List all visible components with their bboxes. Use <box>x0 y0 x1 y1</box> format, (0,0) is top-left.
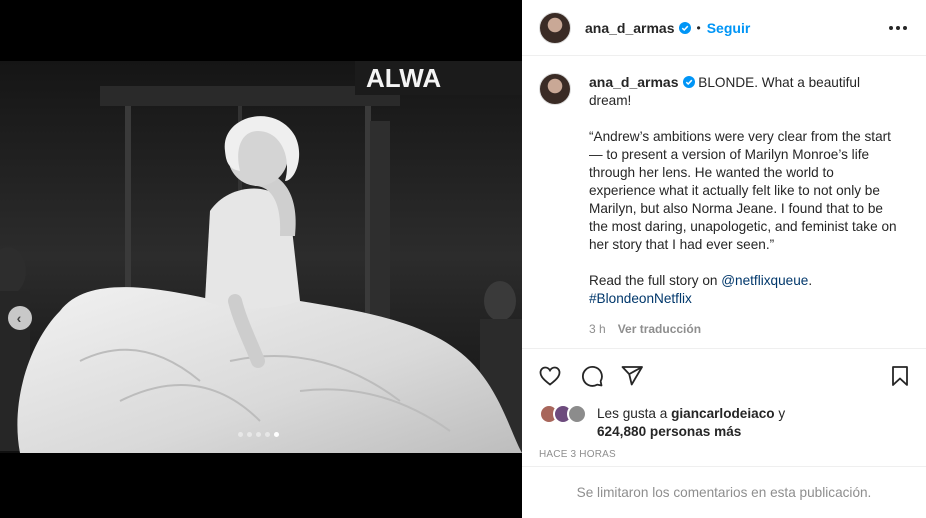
mention-link[interactable]: @netflixqueue <box>721 273 808 288</box>
post-timestamp[interactable]: HACE 3 HORAS <box>539 449 616 460</box>
caption-time[interactable]: 3 h <box>589 322 606 336</box>
verified-badge-icon <box>678 21 691 34</box>
caption-text: ana_d_armas BLONDE. What a beautiful dre… <box>589 73 899 308</box>
likes-joiner: y <box>774 406 786 421</box>
caption-suffix: . <box>808 273 813 288</box>
likes-prefix: Les gusta a <box>597 406 672 421</box>
carousel-dot <box>256 432 261 437</box>
post-photo[interactable]: ALWA ‹ <box>0 61 522 453</box>
action-bar <box>522 350 926 402</box>
likes-user-link[interactable]: giancarlodeiaco <box>671 406 775 421</box>
likes-count-link[interactable]: 624,880 personas más <box>597 424 741 439</box>
avatar[interactable] <box>539 11 571 44</box>
liker-avatars[interactable] <box>539 404 595 426</box>
likes-text-line1: Les gusta a giancarlodeiaco y <box>597 406 785 421</box>
post-header: ana_d_armas • Seguir <box>522 0 926 56</box>
carousel-dot <box>265 432 270 437</box>
carousel-prev-button[interactable]: ‹ <box>8 306 32 330</box>
comment-icon[interactable] <box>580 364 604 388</box>
chevron-left-icon: ‹ <box>16 310 22 326</box>
carousel-dot <box>247 432 252 437</box>
caption-meta: 3 h Ver traducción <box>589 322 701 336</box>
background-sign-text: ALWA <box>366 63 441 93</box>
verified-badge-icon <box>682 76 695 88</box>
caption-quote: “Andrew’s ambitions were very clear from… <box>589 129 897 252</box>
paper-plane-icon[interactable] <box>620 364 644 388</box>
header-separator: • <box>696 20 701 35</box>
caption-username[interactable]: ana_d_armas <box>589 74 679 90</box>
hashtag-link[interactable]: #BlondeonNetflix <box>589 291 692 306</box>
carousel-indicator <box>238 432 279 437</box>
follow-button[interactable]: Seguir <box>707 20 751 36</box>
avatar[interactable] <box>539 73 571 105</box>
header-username[interactable]: ana_d_armas <box>585 20 675 36</box>
caption-area: ana_d_armas BLONDE. What a beautiful dre… <box>522 56 926 349</box>
avatar <box>567 404 587 424</box>
heart-icon[interactable] <box>538 364 562 388</box>
bookmark-icon[interactable] <box>888 364 912 388</box>
carousel-dot <box>238 432 243 437</box>
post-sidebar: ana_d_armas • Seguir ana_d_armas BLONDE.… <box>522 0 926 518</box>
likes-summary: Les gusta a giancarlodeiaco y 624,880 pe… <box>539 404 919 444</box>
comments-disabled-notice: Se limitaron los comentarios en esta pub… <box>522 466 926 518</box>
carousel-dot <box>274 432 279 437</box>
see-translation-button[interactable]: Ver traducción <box>618 322 701 336</box>
more-options-icon[interactable] <box>886 16 910 40</box>
photo-illustration: ALWA <box>0 61 522 453</box>
caption-read-more: Read the full story on <box>589 273 722 288</box>
instagram-post-modal: ALWA ‹ ana_d_armas • Seguir ana_d_armas … <box>0 0 926 518</box>
post-media: ALWA ‹ <box>0 0 522 518</box>
